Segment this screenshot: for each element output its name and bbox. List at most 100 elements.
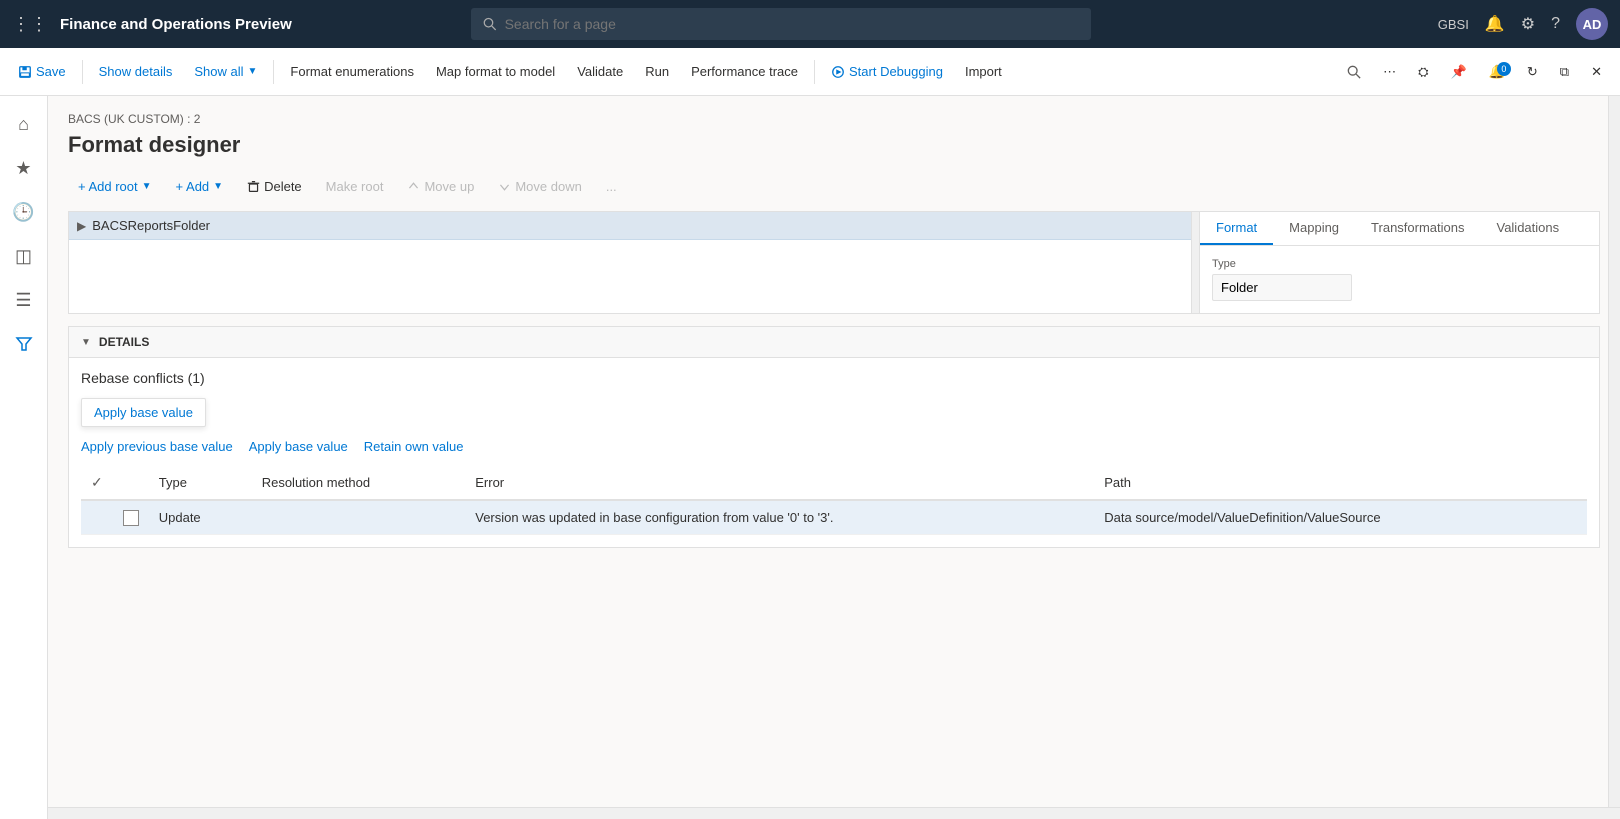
collapse-icon: ▼ — [81, 337, 91, 348]
more-action-button[interactable]: ... — [596, 174, 627, 199]
toolbar-search-icon — [1347, 65, 1361, 79]
separator-1 — [82, 60, 83, 84]
settings-icon[interactable]: ⚙ — [1521, 14, 1535, 34]
format-tree: ▶ BACSReportsFolder — [69, 212, 1191, 313]
main-content: BACS (UK CUSTOM) : 2 Format designer + A… — [48, 96, 1620, 819]
row-checkbox-cell[interactable] — [113, 500, 149, 534]
right-panel: Format Mapping Transformations Validatio… — [1199, 212, 1599, 313]
add-chevron: ▼ — [213, 181, 223, 192]
debug-icon — [831, 65, 845, 79]
sidebar-recent-icon[interactable]: 🕒 — [4, 192, 44, 232]
add-root-chevron: ▼ — [142, 181, 152, 192]
delete-button[interactable]: Delete — [237, 174, 312, 199]
page-title: Format designer — [68, 132, 1600, 158]
add-button[interactable]: + Add ▼ — [166, 174, 234, 199]
expand-button[interactable]: ⧉ — [1550, 58, 1579, 86]
avatar[interactable]: AD — [1576, 8, 1608, 40]
type-field-value: Folder — [1212, 274, 1352, 301]
notification-icon[interactable]: 🔔 — [1485, 14, 1505, 34]
apply-base-value-popup-btn[interactable]: Apply base value — [81, 398, 206, 427]
panel-content: Type Folder — [1200, 246, 1599, 313]
refresh-button[interactable]: ↻ — [1517, 58, 1548, 86]
sidebar-grid-icon[interactable]: ◫ — [4, 236, 44, 276]
show-all-chevron: ▼ — [248, 66, 258, 77]
validate-button[interactable]: Validate — [567, 58, 633, 85]
add-root-button[interactable]: + Add root ▼ — [68, 174, 162, 199]
col-resolved-check: ✓ — [81, 466, 113, 500]
move-down-button[interactable]: Move down — [488, 174, 591, 199]
row-path: Data source/model/ValueDefinition/ValueS… — [1094, 500, 1587, 534]
import-button[interactable]: Import — [955, 58, 1012, 85]
toolbar-search-btn[interactable] — [1337, 59, 1371, 85]
rebase-title: Rebase conflicts (1) — [81, 370, 1587, 386]
move-up-icon — [407, 180, 420, 193]
run-button[interactable]: Run — [635, 58, 679, 85]
details-header[interactable]: ▼ DETAILS — [69, 327, 1599, 358]
grid-icon[interactable]: ⋮⋮ — [12, 14, 48, 35]
close-button[interactable]: ✕ — [1581, 58, 1612, 86]
save-button[interactable]: Save — [8, 58, 76, 85]
move-up-button[interactable]: Move up — [397, 174, 484, 199]
more-options-button[interactable]: ⋯ — [1373, 58, 1406, 86]
start-debugging-button[interactable]: Start Debugging — [821, 58, 953, 85]
row-type: Update — [149, 500, 252, 534]
format-action-bar: + Add root ▼ + Add ▼ Delete Make root Mo… — [68, 174, 1600, 199]
separator-2 — [273, 60, 274, 84]
nav-right-area: GBSI 🔔 ⚙ ? AD — [1438, 8, 1608, 40]
make-root-button[interactable]: Make root — [316, 174, 394, 199]
map-format-button[interactable]: Map format to model — [426, 58, 565, 85]
tree-row-bacs[interactable]: ▶ BACSReportsFolder — [69, 212, 1191, 240]
tab-format[interactable]: Format — [1200, 212, 1273, 245]
move-down-icon — [498, 180, 511, 193]
left-sidebar: ⌂ ★ 🕒 ◫ ☰ — [0, 96, 48, 819]
tab-mapping[interactable]: Mapping — [1273, 212, 1355, 245]
apply-previous-base-value-link[interactable]: Apply previous base value — [81, 439, 233, 454]
row-checkbox[interactable] — [123, 510, 139, 526]
sidebar-star-icon[interactable]: ★ — [4, 148, 44, 188]
delete-icon — [247, 180, 260, 193]
format-enumerations-button[interactable]: Format enumerations — [280, 58, 424, 85]
sidebar-list-icon[interactable]: ☰ — [4, 280, 44, 320]
tree-resize-handle[interactable] — [1191, 212, 1199, 313]
resolution-actions: Apply previous base value Apply base val… — [81, 439, 1587, 454]
row-error: Version was updated in base configuratio… — [465, 500, 1094, 534]
type-field-label: Type — [1212, 258, 1587, 270]
tab-transformations[interactable]: Transformations — [1355, 212, 1480, 245]
conflict-table: ✓ Type Resolution method Error Path Upda… — [81, 466, 1587, 535]
pin-button[interactable]: 📌 — [1441, 58, 1477, 86]
col-error: Error — [465, 466, 1094, 500]
tree-node-label: BACSReportsFolder — [92, 218, 210, 233]
table-row: Update Version was updated in base confi… — [81, 500, 1587, 534]
bottom-scrollbar[interactable] — [48, 807, 1620, 819]
top-navigation: ⋮⋮ Finance and Operations Preview GBSI 🔔… — [0, 0, 1620, 48]
right-scrollbar[interactable] — [1608, 96, 1620, 807]
col-path: Path — [1094, 466, 1587, 500]
panel-tabs: Format Mapping Transformations Validatio… — [1200, 212, 1599, 246]
details-body: Rebase conflicts (1) Apply base value Ap… — [69, 358, 1599, 547]
customize-button[interactable]: ⛭ — [1408, 58, 1438, 86]
notification-badge: 0 — [1497, 62, 1511, 76]
search-bar[interactable] — [471, 8, 1091, 40]
save-icon — [18, 65, 32, 79]
show-details-button[interactable]: Show details — [89, 58, 183, 85]
performance-trace-button[interactable]: Performance trace — [681, 58, 808, 85]
sidebar-home-icon[interactable]: ⌂ — [4, 104, 44, 144]
format-container: ▶ BACSReportsFolder Format Mapping Trans… — [68, 211, 1600, 314]
row-resolution-method — [252, 500, 466, 534]
help-icon[interactable]: ? — [1551, 15, 1560, 33]
badge-area: 🔔 0 — [1479, 58, 1515, 86]
sidebar-filter-icon[interactable] — [4, 324, 44, 364]
filter-icon — [15, 335, 33, 353]
app-title: Finance and Operations Preview — [60, 16, 292, 33]
apply-base-value-link[interactable]: Apply base value — [249, 439, 348, 454]
search-input[interactable] — [505, 16, 1080, 32]
tree-expand-icon: ▶ — [77, 219, 86, 233]
retain-own-value-link[interactable]: Retain own value — [364, 439, 464, 454]
details-label: DETAILS — [99, 335, 149, 349]
apply-base-popup: Apply base value — [81, 398, 206, 431]
details-section: ▼ DETAILS Rebase conflicts (1) Apply bas… — [68, 326, 1600, 548]
breadcrumb: BACS (UK CUSTOM) : 2 — [68, 112, 1600, 126]
col-resolution-method: Resolution method — [252, 466, 466, 500]
show-all-button[interactable]: Show all ▼ — [184, 58, 267, 85]
tab-validations[interactable]: Validations — [1480, 212, 1575, 245]
